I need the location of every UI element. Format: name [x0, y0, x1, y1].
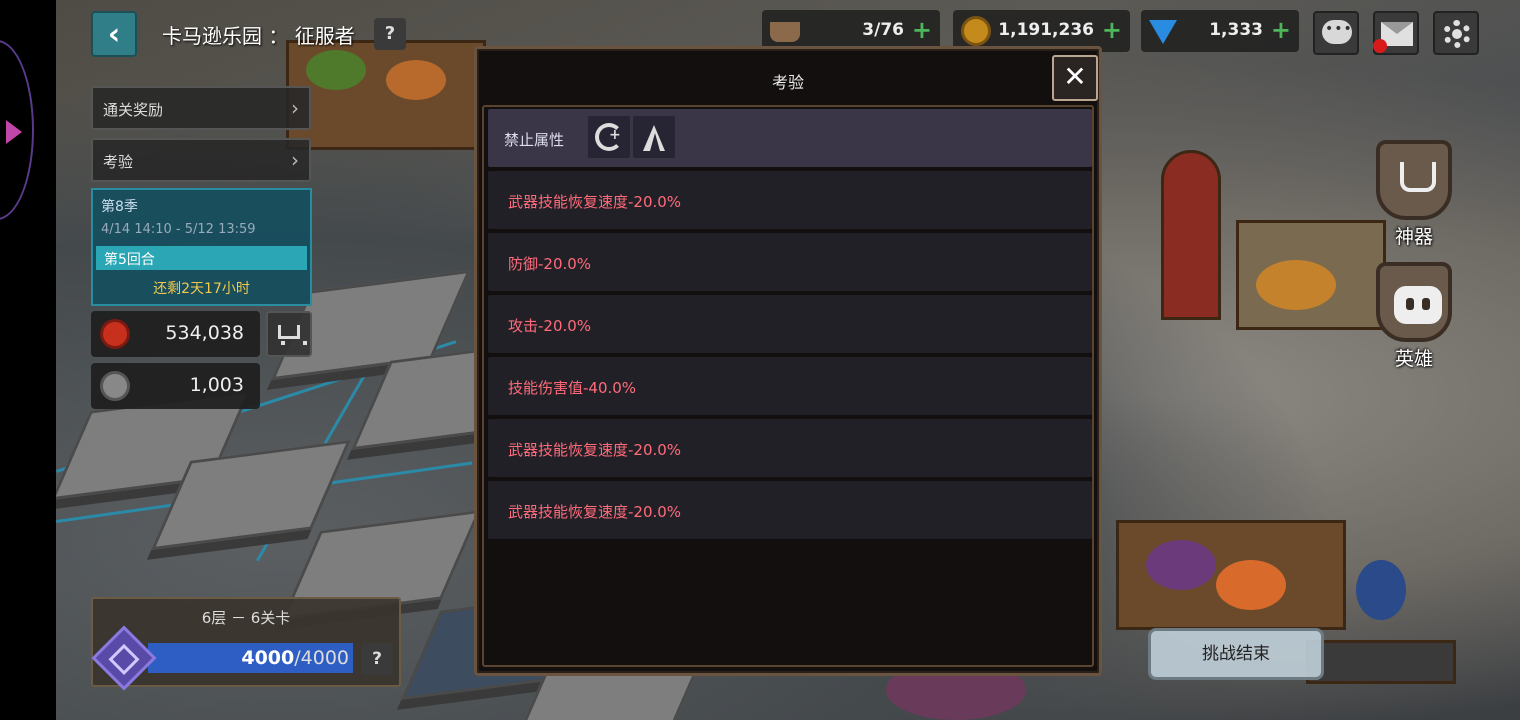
gem-counter: 1,333 + [1141, 10, 1299, 52]
back-button[interactable]: ‹ [91, 11, 137, 57]
event-currency-value: 534,038 [165, 322, 244, 344]
moon-attribute-icon [588, 116, 630, 158]
modifier-text: 技能伤害值-40.0% [508, 379, 637, 397]
round-label: 第5回合 [104, 252, 155, 268]
chat-bubble-icon [1322, 20, 1353, 44]
add-gold-icon[interactable]: + [1102, 16, 1122, 44]
season-label: 第8季 [101, 199, 138, 215]
left-edge-strip [0, 0, 56, 720]
fruit-pile [1146, 540, 1216, 590]
event-currency-counter: 534,038 [91, 311, 260, 357]
floor-help-button[interactable]: ? [361, 643, 393, 675]
modifier-row: 武器技能恢复速度-20.0% [488, 171, 1092, 229]
progress-text: 4000/4000 [241, 647, 349, 669]
shop-button[interactable] [266, 311, 312, 357]
silver-currency-value: 1,003 [189, 374, 244, 396]
gem-value: 1,333 [1209, 20, 1263, 40]
gold-coin-icon [961, 16, 991, 46]
chat-button[interactable] [1313, 11, 1359, 55]
modifier-text: 攻击-20.0% [508, 317, 592, 335]
close-button[interactable]: ✕ [1052, 55, 1098, 101]
stage-title: 卡马逊乐园 ： 征服者 [162, 24, 355, 48]
season-dates: 4/14 14:10 - 5/12 13:59 [101, 222, 256, 237]
hero-button[interactable]: 英雄 [1369, 262, 1459, 371]
chevron-right-icon: › [291, 96, 299, 120]
modifier-row: 武器技能恢复速度-20.0% [488, 419, 1092, 477]
modifier-text: 武器技能恢复速度-20.0% [508, 441, 682, 459]
floor-emblem-icon [91, 625, 157, 691]
npc-character[interactable] [1356, 560, 1406, 620]
clear-reward-label: 通关奖励 [103, 101, 164, 119]
floor-progress-panel: 6层 － 6关卡 4000/4000 ? [91, 597, 401, 691]
trial-label: 考验 [103, 153, 134, 171]
modal-title: 考验 [771, 73, 804, 92]
vegetable-pile [386, 60, 446, 100]
floor-label: 6层 － 6关卡 [201, 609, 291, 627]
modifier-row: 攻击-20.0% [488, 295, 1092, 353]
modifier-text: 武器技能恢复速度-20.0% [508, 193, 682, 211]
fruit-pile [1256, 260, 1336, 310]
banned-attributes-row: 禁止属性 [488, 109, 1092, 167]
chevron-right-icon: › [291, 148, 299, 172]
silver-token-icon [100, 371, 130, 401]
gold-value: 1,191,236 [998, 20, 1094, 40]
round-bar: 第5回合 [96, 246, 307, 270]
end-challenge-button[interactable]: 挑战结束 [1148, 628, 1324, 680]
modifier-row: 防御-20.0% [488, 233, 1092, 291]
add-stamina-icon[interactable]: + [912, 16, 932, 44]
peak-attribute-icon [633, 116, 675, 158]
modifier-row: 技能伤害值-40.0% [488, 357, 1092, 415]
blue-gem-icon [1149, 20, 1177, 44]
mail-button[interactable] [1373, 11, 1419, 55]
gear-icon [1443, 20, 1471, 48]
stamina-value: 3/76 [862, 20, 904, 40]
silver-currency-counter: 1,003 [91, 363, 260, 409]
red-shelf [1161, 150, 1221, 320]
close-icon: ✕ [1063, 60, 1087, 93]
artifact-bag-icon [1376, 140, 1452, 220]
trial-button[interactable]: 考验 › [91, 138, 311, 182]
banned-attributes-label: 禁止属性 [504, 131, 565, 149]
red-token-icon [100, 319, 130, 349]
fruit-pile [1216, 560, 1286, 610]
hero-face-icon [1376, 262, 1452, 342]
cash-register [1306, 640, 1456, 684]
artifact-label: 神器 [1394, 226, 1433, 248]
progress-bar: 4000/4000 [148, 643, 353, 673]
modifier-text: 防御-20.0% [508, 255, 592, 273]
chevron-left-icon: ‹ [107, 16, 121, 52]
clear-reward-button[interactable]: 通关奖励 › [91, 86, 311, 130]
help-button[interactable]: ? [374, 18, 406, 50]
season-info: 第8季 4/14 14:10 - 5/12 13:59 第5回合 还剩2天17小… [91, 188, 312, 306]
trial-modal: 考验 ✕ 禁止属性 武器技能恢复速度-20.0% 防御-20.0% 攻击-20.… [474, 46, 1102, 676]
coffee-cup-icon [770, 22, 800, 42]
progress-max: 4000 [300, 647, 349, 669]
time-remaining: 还剩2天17小时 [153, 281, 250, 297]
shopping-cart-icon [278, 325, 307, 345]
notification-dot [1373, 39, 1387, 53]
add-gem-icon[interactable]: + [1271, 16, 1291, 44]
artifact-button[interactable]: 神器 [1369, 140, 1459, 249]
modifier-row: 武器技能恢复速度-20.0% [488, 481, 1092, 539]
modifier-text: 武器技能恢复速度-20.0% [508, 503, 682, 521]
vegetable-pile [306, 50, 366, 90]
settings-button[interactable] [1433, 11, 1479, 55]
hero-label: 英雄 [1394, 348, 1433, 370]
side-expand-arrow-icon[interactable] [6, 120, 22, 144]
progress-current: 4000 [241, 647, 295, 669]
